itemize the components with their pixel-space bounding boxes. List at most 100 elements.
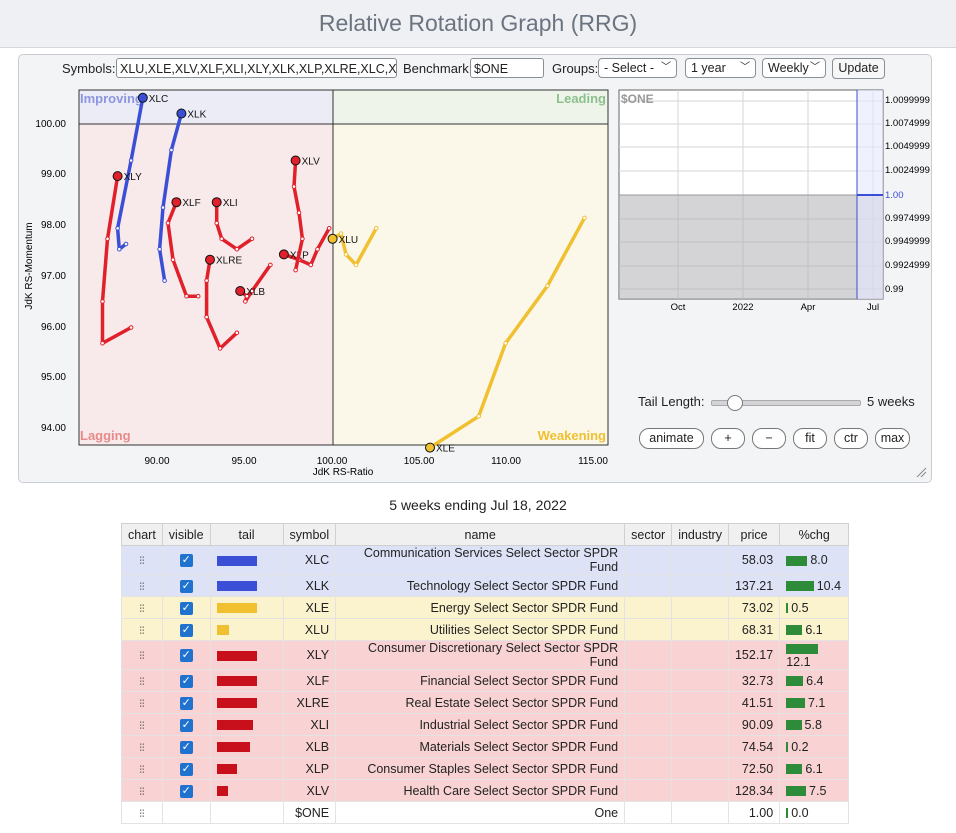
mini-chart-icon[interactable]: ⫶⫶ xyxy=(139,787,144,798)
chart-cell[interactable]: ⫶⫶ xyxy=(121,669,163,692)
chart-cell[interactable]: ⫶⫶ xyxy=(121,596,163,619)
mini-chart-icon[interactable]: ⫶⫶ xyxy=(139,743,144,754)
rrg-head-xlv[interactable] xyxy=(290,155,301,166)
rrg-head-xlp[interactable] xyxy=(278,249,289,260)
chart-cell[interactable]: ⫶⫶ xyxy=(121,735,163,758)
rrg-tail-point xyxy=(503,340,508,346)
mini-chart-icon[interactable]: ⫶⫶ xyxy=(139,809,144,820)
tail-length-slider[interactable] xyxy=(711,395,861,411)
visible-cell[interactable]: ✓ xyxy=(161,757,211,780)
industry-cell xyxy=(671,574,729,597)
table-row[interactable]: ⫶⫶ ✓ XLC Communication Services Select Sect… xyxy=(121,545,850,575)
mini-chart-icon[interactable]: ⫶⫶ xyxy=(139,626,144,637)
rrg-head-xli[interactable] xyxy=(211,197,222,208)
mini-chart-icon[interactable]: ⫶⫶ xyxy=(139,721,144,732)
rrg-head-xle[interactable] xyxy=(425,442,435,453)
visible-checkbox[interactable]: ✓ xyxy=(179,579,193,593)
visible-cell[interactable]: ✓ xyxy=(161,735,211,758)
chart-cell[interactable]: ⫶⫶ xyxy=(121,779,163,802)
center-button[interactable]: ctr xyxy=(834,428,868,449)
col-price[interactable]: price xyxy=(727,523,781,546)
industry-cell xyxy=(671,801,729,824)
visible-checkbox[interactable]: ✓ xyxy=(179,696,193,710)
visible-checkbox[interactable]: ✓ xyxy=(179,674,193,688)
visible-cell[interactable] xyxy=(161,801,211,824)
rrg-tail-point xyxy=(169,147,174,153)
chart-cell[interactable]: ⫶⫶ xyxy=(121,640,163,670)
table-row[interactable]: ⫶⫶ ✓ XLB Materials Select Sector SPDR Fund 7… xyxy=(121,735,850,758)
visible-cell[interactable]: ✓ xyxy=(161,574,211,597)
update-button[interactable]: Update xyxy=(832,58,885,79)
mini-chart-symbol: $ONE xyxy=(621,92,654,106)
chart-cell[interactable]: ⫶⫶ xyxy=(121,757,163,780)
tail-cell xyxy=(209,801,284,824)
chart-cell[interactable]: ⫶⫶ xyxy=(121,545,163,575)
rrg-head-xlf[interactable] xyxy=(171,197,182,208)
zoom-out-button[interactable]: − xyxy=(752,428,786,449)
visible-cell[interactable]: ✓ xyxy=(161,779,211,802)
mini-chart-icon[interactable]: ⫶⫶ xyxy=(139,699,144,710)
table-row[interactable]: ⫶⫶ ✓ XLV Health Care Select Sector SPDR Fun… xyxy=(121,779,850,802)
col-sector[interactable]: sector xyxy=(624,523,673,546)
visible-cell[interactable]: ✓ xyxy=(161,713,211,736)
rrg-tail-point xyxy=(243,299,248,304)
mini-chart-icon[interactable]: ⫶⫶ xyxy=(139,582,144,593)
max-button[interactable]: max xyxy=(875,428,910,449)
chart-cell[interactable]: ⫶⫶ xyxy=(121,574,163,597)
table-row[interactable]: ⫶⫶ ✓ XLE Energy Select Sector SPDR Fund 73.0… xyxy=(121,596,850,619)
visible-cell[interactable]: ✓ xyxy=(161,669,211,692)
table-row[interactable]: ⫶⫶ $ONE One 1.00 0.0 xyxy=(121,801,850,824)
col-tail[interactable]: tail xyxy=(209,523,284,546)
col-industry[interactable]: industry xyxy=(671,523,729,546)
mini-chart-icon[interactable]: ⫶⫶ xyxy=(139,765,144,776)
rrg-head-xly[interactable] xyxy=(112,171,123,182)
table-row[interactable]: ⫶⫶ ✓ XLI Industrial Select Sector SPDR Fund… xyxy=(121,713,850,736)
frequency-select[interactable]: Weekly ﹀ xyxy=(762,58,826,78)
col-chart[interactable]: chart xyxy=(121,523,163,546)
rrg-head-xlc[interactable] xyxy=(137,92,148,103)
zoom-in-button[interactable]: + xyxy=(711,428,745,449)
table-row[interactable]: ⫶⫶ ✓ XLY Consumer Discretionary Select Sect… xyxy=(121,640,850,670)
table-row[interactable]: ⫶⫶ ✓ XLK Technology Select Sector SPDR Fund… xyxy=(121,574,850,597)
col-name[interactable]: name xyxy=(335,523,626,546)
col-chg[interactable]: %chg xyxy=(779,523,850,546)
rrg-head-xlu[interactable] xyxy=(327,233,338,244)
visible-cell[interactable]: ✓ xyxy=(161,640,211,670)
visible-checkbox[interactable]: ✓ xyxy=(179,718,193,732)
visible-cell[interactable]: ✓ xyxy=(161,618,211,641)
visible-checkbox[interactable]: ✓ xyxy=(179,623,193,637)
table-row[interactable]: ⫶⫶ ✓ XLF Financial Select Sector SPDR Fund 3… xyxy=(121,669,850,692)
visible-checkbox[interactable]: ✓ xyxy=(179,784,193,798)
col-symbol[interactable]: symbol xyxy=(282,523,337,546)
mini-chart-icon[interactable]: ⫶⫶ xyxy=(139,556,144,567)
period-select[interactable]: 1 year ﹀ xyxy=(685,58,756,78)
visible-cell[interactable]: ✓ xyxy=(161,545,211,575)
visible-checkbox[interactable]: ✓ xyxy=(179,740,193,754)
table-row[interactable]: ⫶⫶ ✓ XLP Consumer Staples Select Sector SPD… xyxy=(121,757,850,780)
mini-chart-icon[interactable]: ⫶⫶ xyxy=(139,604,144,615)
chart-cell[interactable]: ⫶⫶ xyxy=(121,801,163,824)
visible-checkbox[interactable]: ✓ xyxy=(179,762,193,776)
mini-chart-icon[interactable]: ⫶⫶ xyxy=(139,651,144,662)
rrg-head-xlre[interactable] xyxy=(205,254,215,265)
tail-length-slider-thumb[interactable] xyxy=(727,395,743,411)
mini-chart-icon[interactable]: ⫶⫶ xyxy=(139,677,144,688)
visible-checkbox[interactable]: ✓ xyxy=(179,554,193,568)
rrg-chart[interactable]: Improving Leading Lagging Weakening 90.0… xyxy=(19,55,619,480)
rrg-head-xlb[interactable] xyxy=(235,286,246,296)
col-visible[interactable]: visible xyxy=(161,523,211,546)
chart-cell[interactable]: ⫶⫶ xyxy=(121,691,163,714)
chart-cell[interactable]: ⫶⫶ xyxy=(121,618,163,641)
visible-checkbox[interactable]: ✓ xyxy=(179,649,193,663)
visible-cell[interactable]: ✓ xyxy=(161,596,211,619)
rrg-head-xlk[interactable] xyxy=(176,108,187,119)
animate-button[interactable]: animate xyxy=(639,428,704,449)
fit-button[interactable]: fit xyxy=(793,428,827,449)
visible-checkbox[interactable]: ✓ xyxy=(179,601,193,615)
table-row[interactable]: ⫶⫶ ✓ XLU Utilities Select Sector SPDR Fund 6… xyxy=(121,618,850,641)
chart-cell[interactable]: ⫶⫶ xyxy=(121,713,163,736)
table-row[interactable]: ⫶⫶ ✓ XLRE Real Estate Select Sector SPDR Fu… xyxy=(121,691,850,714)
symbol-cell: $ONE xyxy=(282,801,337,824)
visible-cell[interactable]: ✓ xyxy=(161,691,211,714)
resize-handle-icon[interactable] xyxy=(915,466,927,478)
